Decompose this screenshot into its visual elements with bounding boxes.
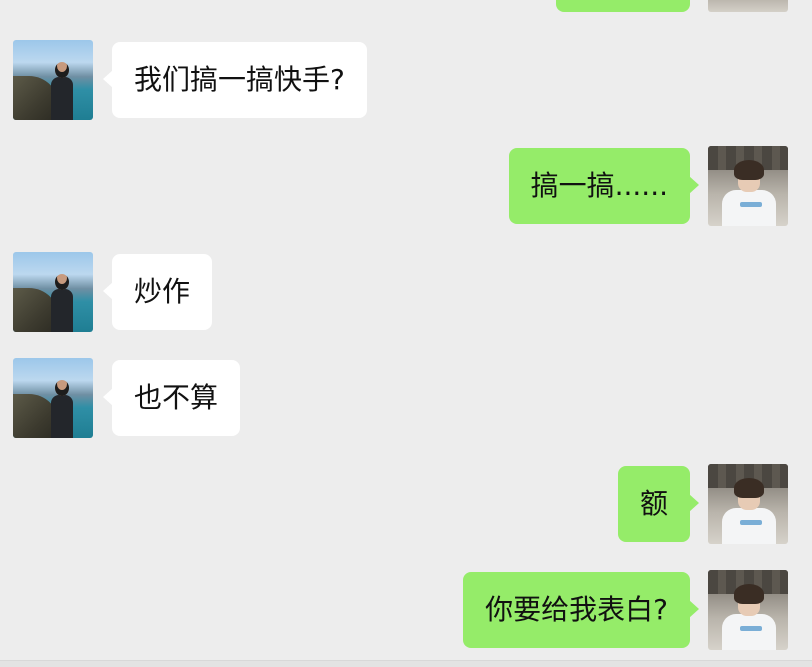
- my-avatar[interactable]: [708, 146, 788, 226]
- avatar-hair: [734, 478, 764, 498]
- message-bubble-incoming[interactable]: 我们搞一搞快手?: [103, 42, 367, 118]
- message-bubble-incoming[interactable]: 炒作: [102, 254, 213, 330]
- avatar-shirt-print: [740, 520, 762, 525]
- message-row-incoming: 我们搞一搞快手?: [0, 40, 812, 120]
- message-row-outgoing: 搞一搞......: [0, 146, 812, 226]
- avatar-shirt: [722, 508, 776, 544]
- avatar-shirt: [722, 614, 776, 650]
- my-avatar-partial[interactable]: [708, 0, 788, 12]
- avatar-shirt: [722, 190, 776, 226]
- message-bubble-outgoing[interactable]: 额: [617, 466, 700, 542]
- avatar-shirt-print: [740, 202, 762, 207]
- avatar-person-body: [51, 77, 73, 120]
- avatar-hair: [734, 160, 764, 180]
- message-row-incoming: 也不算: [0, 358, 812, 438]
- bottom-divider: [0, 660, 812, 667]
- message-bubble-partial[interactable]: [556, 0, 690, 12]
- my-avatar[interactable]: [708, 464, 788, 544]
- message-bubble-incoming[interactable]: 也不算: [102, 360, 241, 436]
- avatar-person-head: [55, 62, 69, 78]
- message-bubble-outgoing[interactable]: 你要给我表白?: [463, 572, 699, 648]
- my-avatar[interactable]: [708, 570, 788, 650]
- avatar-person-head: [55, 380, 69, 396]
- avatar-person-body: [51, 289, 73, 332]
- message-row-incoming: 炒作: [0, 252, 812, 332]
- chat-conversation: 我们搞一搞快手? 搞一搞...... 炒作 也不算 额 你要给我表白?: [0, 0, 812, 667]
- friend-avatar[interactable]: [13, 40, 93, 120]
- avatar-hair: [734, 584, 764, 604]
- friend-avatar[interactable]: [13, 252, 93, 332]
- avatar-shirt-print: [740, 626, 762, 631]
- message-row-outgoing: 你要给我表白?: [0, 570, 812, 650]
- friend-avatar[interactable]: [13, 358, 93, 438]
- avatar-person-body: [51, 395, 73, 438]
- message-row-outgoing: 额: [0, 464, 812, 544]
- avatar-person-head: [55, 274, 69, 290]
- message-bubble-outgoing[interactable]: 搞一搞......: [508, 148, 700, 224]
